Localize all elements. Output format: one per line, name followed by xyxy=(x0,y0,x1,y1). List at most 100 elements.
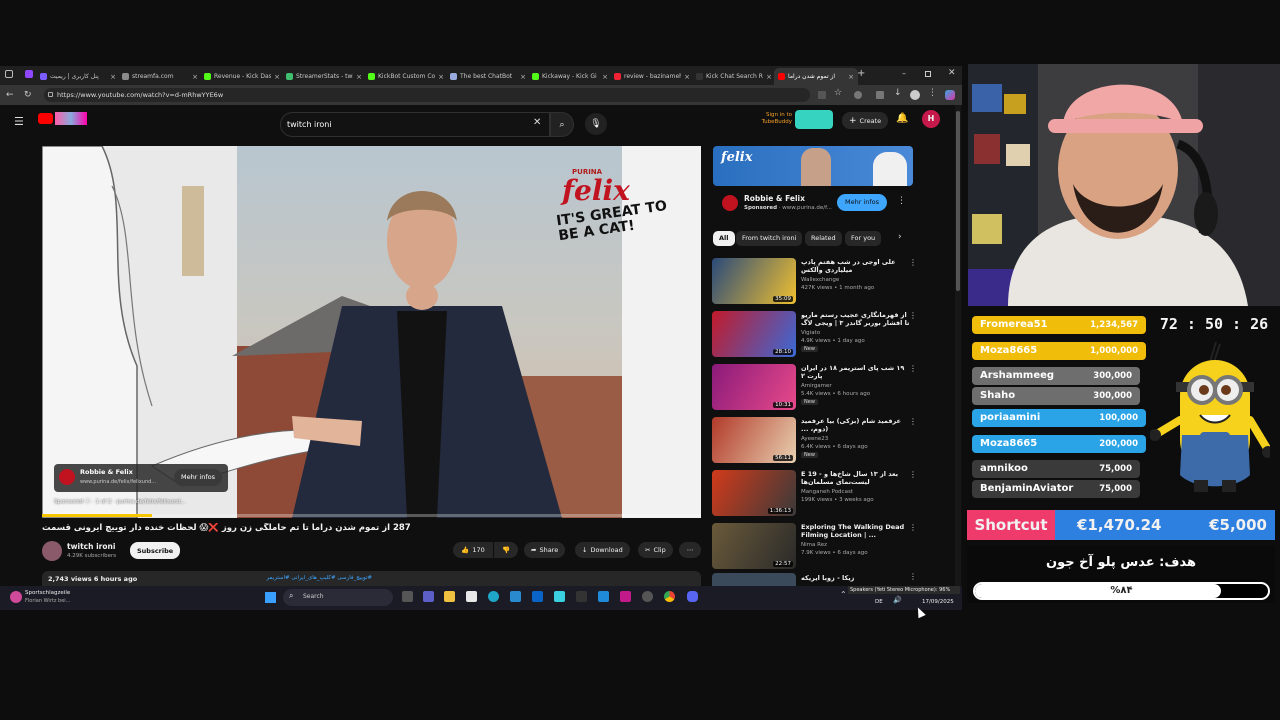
taskbar-search-box[interactable]: ⌕ Search xyxy=(283,589,393,606)
tray-overflow-icon[interactable]: ⌃ xyxy=(840,590,847,599)
tab-close-icon[interactable]: × xyxy=(766,73,772,81)
create-button[interactable]: + Create xyxy=(842,112,889,129)
task-view-icon[interactable] xyxy=(402,591,413,602)
discord-icon[interactable] xyxy=(687,591,698,602)
recommendation-thumbnail[interactable]: 22:57 xyxy=(712,523,796,569)
vscode-icon[interactable] xyxy=(598,591,609,602)
extension-icon[interactable] xyxy=(818,91,826,99)
sidebar-ad-menu-icon[interactable]: ⋮ xyxy=(897,196,906,206)
more-actions-button[interactable]: ⋯ xyxy=(679,542,701,558)
clock-date[interactable]: 17/09/2025 xyxy=(922,599,954,605)
tab-actions-icon[interactable] xyxy=(5,70,13,78)
tab-close-icon[interactable]: × xyxy=(602,73,608,81)
edge-icon[interactable] xyxy=(488,591,499,602)
channel-avatar[interactable] xyxy=(42,541,62,561)
chip-all[interactable]: All xyxy=(713,231,735,246)
tab-close-icon[interactable]: × xyxy=(274,73,280,81)
browser-tab[interactable]: StreamerStats - twi × xyxy=(282,68,366,85)
news-widget-icon[interactable] xyxy=(10,591,22,603)
channel-name[interactable]: twitch ironi xyxy=(67,542,115,551)
chip-from-channel[interactable]: From twitch ironi xyxy=(736,231,803,246)
recommendation-menu-icon[interactable]: ⋮ xyxy=(909,258,917,267)
sidebar-ad-more-button[interactable]: Mehr infos xyxy=(837,194,887,211)
app-icon[interactable] xyxy=(554,591,565,602)
news-widget-title[interactable]: Sportschlagzeile xyxy=(25,590,70,596)
share-button[interactable]: ➦ Share xyxy=(524,542,566,558)
recommendation-menu-icon[interactable]: ⋮ xyxy=(909,470,917,479)
recommendation-item[interactable]: 10:31 ۱۹ شب پای استریمر ۱۸ در ایران پارت … xyxy=(712,364,952,414)
recommendation-thumbnail[interactable]: 28:10 xyxy=(712,311,796,357)
recommendation-thumbnail[interactable]: 56:11 xyxy=(712,417,796,463)
rider-icon[interactable] xyxy=(620,591,631,602)
recommendation-item[interactable]: 56:11 عرفمید شام (بزکی) بیا عرفمید (دوم، … xyxy=(712,417,952,467)
tab-close-icon[interactable]: × xyxy=(110,73,116,81)
file-explorer-icon[interactable] xyxy=(444,591,455,602)
download-button[interactable]: ↓ Download xyxy=(575,542,630,558)
browser-tab[interactable]: پنل کاربری | ریمیت × xyxy=(36,68,120,85)
video-player[interactable]: PURINA felix IT'S GREAT TO BE A CAT! Rob… xyxy=(42,146,701,518)
store-icon[interactable] xyxy=(466,591,477,602)
recommendation-thumbnail[interactable]: 35:09 xyxy=(712,258,796,304)
browser-tab[interactable]: Kickaway - Kick Gi × xyxy=(528,68,612,85)
ad-overlay-more-button[interactable]: Mehr infos xyxy=(174,469,222,486)
tab-close-icon[interactable]: × xyxy=(356,73,362,81)
dislike-button[interactable]: 👎 xyxy=(494,542,518,558)
app-icon[interactable] xyxy=(642,591,653,602)
recommendation-thumbnail[interactable]: 10:31 xyxy=(712,364,796,410)
star-icon[interactable]: ☆ xyxy=(834,88,842,98)
profile-avatar-icon[interactable] xyxy=(910,90,920,100)
copilot-icon[interactable] xyxy=(945,90,955,100)
browser-tab[interactable]: KickBot Custom Co × xyxy=(364,68,448,85)
extension-icon[interactable] xyxy=(876,91,884,99)
minimize-icon[interactable]: – xyxy=(902,69,906,78)
recommendation-menu-icon[interactable]: ⋮ xyxy=(909,364,917,373)
youtube-logo-icon[interactable] xyxy=(38,113,53,124)
search-button[interactable]: ⌕ xyxy=(550,112,574,137)
clear-search-icon[interactable]: ✕ xyxy=(533,117,541,128)
recommendation-partial[interactable]: زیکا - زوبا ایریکه ⋮ xyxy=(712,570,952,586)
tubebuddy-signin[interactable]: Sign in to TubeBuddy xyxy=(750,112,792,126)
tab-close-icon[interactable]: × xyxy=(520,73,526,81)
tab-close-icon[interactable]: × xyxy=(438,73,444,81)
maximize-icon[interactable] xyxy=(925,71,931,77)
sidebar-ad-banner[interactable]: felix xyxy=(713,146,913,186)
teams-icon[interactable] xyxy=(423,591,434,602)
windows-start-icon[interactable] xyxy=(265,592,276,603)
volume-icon[interactable]: 🔊 xyxy=(893,596,902,604)
recommendation-menu-icon[interactable]: ⋮ xyxy=(909,311,917,320)
chip-for-you[interactable]: For you xyxy=(845,231,882,246)
notifications-bell-icon[interactable]: 🔔 xyxy=(896,113,908,124)
scrollbar-thumb[interactable] xyxy=(956,111,960,291)
recommendation-menu-icon[interactable]: ⋮ xyxy=(909,523,917,532)
menu-dots-icon[interactable]: ⋮ xyxy=(928,88,937,98)
outlook-icon[interactable] xyxy=(532,591,543,602)
new-tab-icon[interactable]: + xyxy=(857,68,865,79)
close-window-icon[interactable]: ✕ xyxy=(948,68,956,78)
subscribe-button[interactable]: Subscribe xyxy=(130,542,181,559)
browser-tab[interactable]: The best ChatBot × xyxy=(446,68,530,85)
reload-icon[interactable]: ↻ xyxy=(24,88,32,102)
recommendation-item[interactable]: 35:09 علی اوجی در شب هفتم پادپ میلیاردی و… xyxy=(712,258,952,308)
youtube-logo-doodle-icon[interactable] xyxy=(55,112,87,125)
downloads-icon[interactable]: ↓ xyxy=(894,88,902,98)
tab-close-icon[interactable]: × xyxy=(848,73,854,81)
recommendation-thumbnail[interactable]: 1:36:13 xyxy=(712,470,796,516)
extension-icon[interactable] xyxy=(854,91,862,99)
language-indicator[interactable]: DE xyxy=(875,599,883,605)
back-arrow-icon[interactable]: ← xyxy=(6,88,14,102)
recommendation-item[interactable]: 1:36:13 E 19 - بعد از ۱۳ سال شاخ‌ها و لیس… xyxy=(712,470,952,520)
browser-tab[interactable]: از تموم شدن دراما × xyxy=(774,68,858,85)
chrome-icon[interactable] xyxy=(664,591,675,602)
browser-tab[interactable]: review - bazinameh × xyxy=(610,68,694,85)
search-input[interactable]: twitch ironi xyxy=(280,112,550,137)
app-icon[interactable] xyxy=(510,591,521,602)
terminal-icon[interactable] xyxy=(576,591,587,602)
tab-close-icon[interactable]: × xyxy=(192,73,198,81)
sidebar-ad-title[interactable]: Robbie & Felix xyxy=(744,194,805,203)
browser-tab[interactable]: Kick Chat Search R × xyxy=(692,68,776,85)
voice-search-button[interactable]: 🎙 xyxy=(585,113,607,135)
chip-related[interactable]: Related xyxy=(805,231,842,246)
like-button[interactable]: 👍 170 xyxy=(453,542,493,558)
clip-button[interactable]: ✂ Clip xyxy=(638,542,673,558)
recommendation-menu-icon[interactable]: ⋮ xyxy=(909,572,917,581)
